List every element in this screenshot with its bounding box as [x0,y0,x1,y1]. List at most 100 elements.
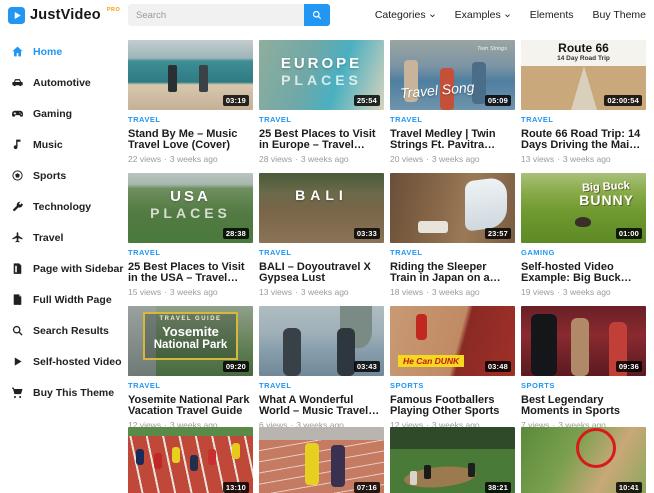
video-title-link[interactable]: 25 Best Places to Visit in the USA – Tra… [128,262,253,284]
sidebar-item-label: Sports [33,170,66,182]
nav-examples[interactable]: Examples [455,9,511,21]
video-thumbnail-sleeper-train[interactable]: 23:57 [390,173,515,243]
sidebar-item-self-hosted-video[interactable]: Self-hosted Video [0,346,128,377]
views-count: 20 views [390,154,423,164]
thumbnail-overlay-text: PLACES [259,72,384,88]
cart-icon [11,386,24,399]
video-thumbnail-sprint-race[interactable]: 13:10 [128,427,253,493]
views-count: 19 views [521,287,554,297]
meta-separator: · [426,287,429,297]
video-thumbnail-mma[interactable]: 09:36 [521,306,646,376]
thumbnail-overlay-text: He Can DUNK [398,355,464,367]
video-title-link[interactable]: What A Wonderful World – Music Travel Lo… [259,395,384,417]
nav-categories[interactable]: Categories [375,9,436,21]
sidebar-item-search-results[interactable]: Search Results [0,315,128,346]
search-button[interactable] [304,4,330,26]
video-category-link[interactable]: TRAVEL [390,248,515,257]
duration-badge: 09:20 [223,361,249,372]
video-category-link[interactable]: TRAVEL [390,115,515,124]
video-title-link[interactable]: Yosemite National Park Vacation Travel G… [128,395,253,417]
video-card: 13:10 [128,427,253,493]
video-meta: 13 views·3 weeks ago [259,287,384,297]
video-thumbnail-musicians-lakeside[interactable]: 03:19 [128,40,253,110]
thumbnail-overlay-text: Travel Song [399,79,475,101]
video-thumbnail-baseball[interactable]: 38:21 [390,427,515,493]
video-category-link[interactable]: SPORTS [521,381,646,390]
sidebar-item-full-width-page[interactable]: Full Width Page [0,284,128,315]
video-thumbnail-usa-places[interactable]: USAPLACES28:38 [128,173,253,243]
video-card: Route 6614 Day Road Trip02:00:54 TRAVEL Ro… [521,40,646,173]
page-icon [11,293,24,306]
sidebar-nav: HomeAutomotiveGamingMusic Sports Technolog… [0,30,128,493]
video-thumbnail-yosemite[interactable]: TRAVEL GUIDEYosemiteNational Park09:20 [128,306,253,376]
video-thumbnail-route-66[interactable]: Route 6614 Day Road Trip02:00:54 [521,40,646,110]
video-card: TRAVEL GUIDEYosemiteNational Park09:20TR… [128,306,253,427]
video-title-link[interactable]: Route 66 Road Trip: 14 Days Driving the … [521,129,646,151]
video-category-link[interactable]: TRAVEL [521,115,646,124]
video-meta: 18 views·3 weeks ago [390,287,515,297]
video-category-link[interactable]: TRAVEL [259,115,384,124]
video-thumbnail-travel-song[interactable]: Twin StringsTravel Song05:09 [390,40,515,110]
video-thumbnail-red-circle[interactable]: 10:41 [521,427,646,493]
video-card: 03:19 TRAVEL Stand By Me – Music Travel Lo… [128,40,253,173]
video-thumbnail-bolt-track[interactable]: 07:16 [259,427,384,493]
video-grid: 03:19 TRAVEL Stand By Me – Music Travel Lo… [128,40,654,493]
sidebar-item-gaming[interactable]: Gaming [0,98,128,129]
search-input[interactable] [128,4,304,26]
sidebar-item-label: Technology [33,201,91,213]
video-thumbnail-guitar-duo[interactable]: 03:43 [259,306,384,376]
nav-item-label: Elements [530,9,574,21]
nav-buy-theme[interactable]: Buy Theme [593,9,647,21]
sidebar-item-home[interactable]: Home [0,36,128,67]
app-window: JustVideo PRO Categories Examples Elements… [0,0,654,493]
video-card: 23:57 TRAVEL Riding the Sleeper Train in J… [390,173,515,306]
soccer-ball-icon [11,169,24,182]
video-title-link[interactable]: BALI – Doyoutravel X Gypsea Lust [259,262,384,284]
sidebar-item-page-with-sidebar[interactable]: Page with Sidebar [0,253,128,284]
chevron-down-icon [504,12,511,19]
video-category-link[interactable]: GAMING [521,248,646,257]
sidebar-item-music[interactable]: Music [0,129,128,160]
video-title-link[interactable]: 25 Best Places to Visit in Europe – Trav… [259,129,384,151]
sidebar-item-sports[interactable]: Sports [0,160,128,191]
meta-separator: · [164,287,167,297]
video-title-link[interactable]: Stand By Me – Music Travel Love (Cover) [128,129,253,151]
video-title-link[interactable]: Famous Footballers Playing Other Sports [390,395,515,417]
video-title-link[interactable]: Riding the Sleeper Train in Japan on a H… [390,262,515,284]
video-category-link[interactable]: TRAVEL [259,248,384,257]
video-card: He Can DUNK03:48 SPORTS Famous Footballers… [390,306,515,427]
sidebar-item-automotive[interactable]: Automotive [0,67,128,98]
thumbnail-overlay-text: USA [128,188,253,205]
sidebar-item-buy-this-theme[interactable]: Buy This Theme [0,377,128,408]
video-category-link[interactable]: TRAVEL [128,248,253,257]
video-meta: 22 views·3 weeks ago [128,154,253,164]
nav-elements[interactable]: Elements [530,9,574,21]
sidebar-item-travel[interactable]: Travel [0,222,128,253]
video-thumbnail-europe-places[interactable]: EUROPEPLACES25:54 [259,40,384,110]
sidebar-item-label: Self-hosted Video [33,356,122,368]
thumbnail-overlay-text: National Park [128,339,253,351]
page-sidebar-icon [11,262,24,275]
video-thumbnail-dunk[interactable]: He Can DUNK03:48 [390,306,515,376]
video-category-link[interactable]: TRAVEL [259,381,384,390]
video-age: 3 weeks ago [170,154,218,164]
video-age: 3 weeks ago [432,287,480,297]
video-meta: 19 views·3 weeks ago [521,287,646,297]
thumbnail-overlay-text: 14 Day Road Trip [521,55,646,62]
video-category-link[interactable]: SPORTS [390,381,515,390]
views-count: 22 views [128,154,161,164]
video-thumbnail-big-buck-bunny[interactable]: Big BuckBUNNY01:00 [521,173,646,243]
sidebar-item-label: Search Results [33,325,109,337]
video-thumbnail-bali[interactable]: BALI03:33 [259,173,384,243]
site-logo[interactable]: JustVideo PRO [8,7,128,24]
video-category-link[interactable]: TRAVEL [128,381,253,390]
meta-separator: · [557,287,560,297]
video-age: 3 weeks ago [170,287,218,297]
video-title-link[interactable]: Travel Medley | Twin Strings Ft. Pavitra… [390,129,515,151]
video-title-link[interactable]: Self-hosted Video Example: Big Buck BUNN… [521,262,646,284]
header-nav: Categories Examples Elements Buy Theme [375,9,646,21]
video-title-link[interactable]: Best Legendary Moments in Sports [521,395,646,417]
sidebar-item-technology[interactable]: Technology [0,191,128,222]
video-card: BALI03:33 TRAVEL BALI – Doyoutravel X Gyps… [259,173,384,306]
video-category-link[interactable]: TRAVEL [128,115,253,124]
